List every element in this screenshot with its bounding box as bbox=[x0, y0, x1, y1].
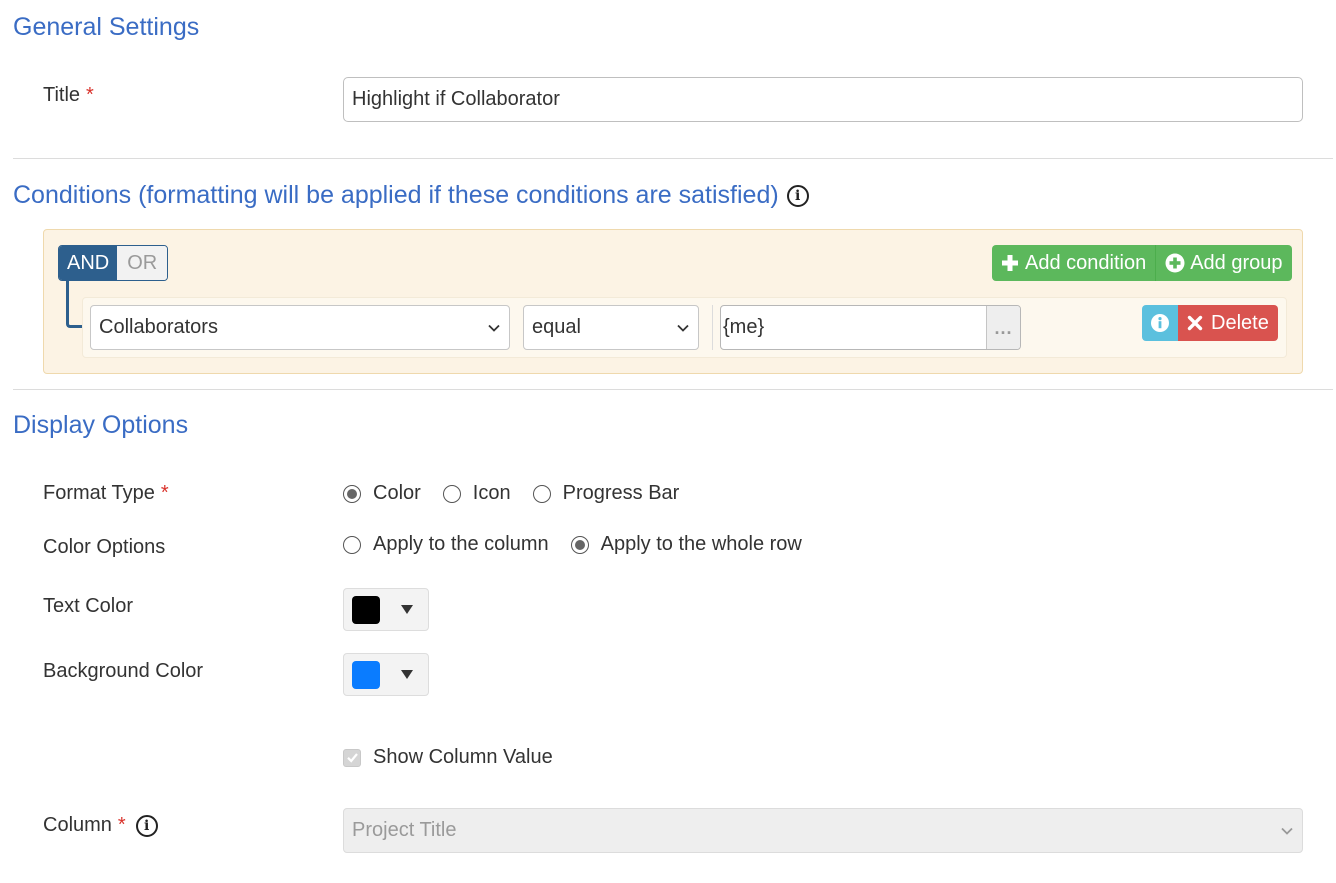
value-separator bbox=[712, 305, 713, 350]
group-actions: Add condition Add group bbox=[992, 245, 1292, 281]
apply-to-column-option[interactable]: Apply to the column bbox=[343, 533, 549, 556]
conditions-heading: Conditions (formatting will be applied i… bbox=[13, 181, 779, 209]
format-type-radios: Color Icon Progress Bar bbox=[343, 482, 701, 505]
radio-button[interactable] bbox=[532, 484, 551, 503]
rule-info-button[interactable] bbox=[1142, 305, 1178, 341]
radio-button[interactable] bbox=[442, 484, 461, 503]
column-label: Column * i bbox=[43, 814, 158, 837]
background-color-label: Background Color bbox=[43, 660, 204, 682]
and-button[interactable]: AND bbox=[59, 246, 118, 280]
add-condition-button[interactable]: Add condition bbox=[992, 245, 1157, 281]
add-group-button[interactable]: Add group bbox=[1156, 245, 1292, 281]
divider bbox=[13, 389, 1333, 390]
caret-down-icon bbox=[401, 605, 413, 614]
show-column-value-row: Show Column Value bbox=[343, 746, 553, 769]
show-column-value-checkbox[interactable] bbox=[343, 748, 361, 767]
format-type-label: Format Type * bbox=[43, 482, 169, 504]
chevron-down-icon bbox=[488, 324, 500, 332]
plus-icon bbox=[1002, 255, 1018, 271]
background-color-swatch bbox=[352, 660, 380, 689]
value-input-group: {me} ... bbox=[720, 305, 1021, 350]
format-type-icon[interactable]: Icon bbox=[442, 482, 511, 505]
text-color-swatch bbox=[352, 595, 380, 624]
plus-circle-icon bbox=[1165, 253, 1185, 273]
chevron-down-icon bbox=[1281, 827, 1293, 835]
logic-toggle: AND OR bbox=[58, 245, 169, 281]
text-color-picker[interactable] bbox=[343, 588, 429, 631]
close-icon bbox=[1187, 315, 1203, 331]
delete-button[interactable]: Delete bbox=[1178, 305, 1278, 341]
display-options-heading: Display Options bbox=[13, 411, 189, 439]
rule-actions: Delete bbox=[1142, 305, 1278, 341]
radio-button[interactable] bbox=[570, 535, 589, 554]
column-select[interactable]: Project Title bbox=[343, 808, 1303, 853]
text-color-label: Text Color bbox=[43, 595, 134, 617]
caret-down-icon bbox=[401, 670, 413, 679]
format-type-progress-bar[interactable]: Progress Bar bbox=[532, 482, 679, 505]
title-input-value: Highlight if Collaborator bbox=[352, 88, 560, 110]
radio-button[interactable] bbox=[343, 535, 361, 554]
divider bbox=[13, 158, 1333, 159]
field-select[interactable]: Collaborators bbox=[90, 305, 510, 350]
background-color-picker[interactable] bbox=[343, 653, 429, 696]
radio-button[interactable] bbox=[343, 484, 361, 503]
info-icon[interactable]: i bbox=[135, 814, 158, 837]
operator-select[interactable]: equal bbox=[523, 305, 699, 350]
conditions-heading-row: Conditions (formatting will be applied i… bbox=[13, 181, 809, 210]
info-icon[interactable]: i bbox=[786, 184, 809, 207]
required-mark: * bbox=[86, 84, 94, 106]
title-input[interactable]: Highlight if Collaborator bbox=[343, 77, 1303, 122]
general-settings-heading: General Settings bbox=[13, 13, 200, 41]
color-options-radios: Apply to the column Apply to the whole r… bbox=[343, 533, 824, 556]
title-label: Title * bbox=[43, 84, 94, 106]
color-options-label: Color Options bbox=[43, 536, 166, 558]
checkmark-icon bbox=[346, 753, 358, 763]
value-options-button[interactable]: ... bbox=[986, 306, 1020, 349]
format-type-color[interactable]: Color bbox=[343, 482, 421, 505]
chevron-down-icon bbox=[677, 324, 689, 332]
info-circle-icon bbox=[1151, 314, 1169, 332]
or-button[interactable]: OR bbox=[117, 246, 168, 280]
apply-to-row-option[interactable]: Apply to the whole row bbox=[570, 533, 802, 556]
value-input[interactable]: {me} bbox=[721, 306, 986, 349]
